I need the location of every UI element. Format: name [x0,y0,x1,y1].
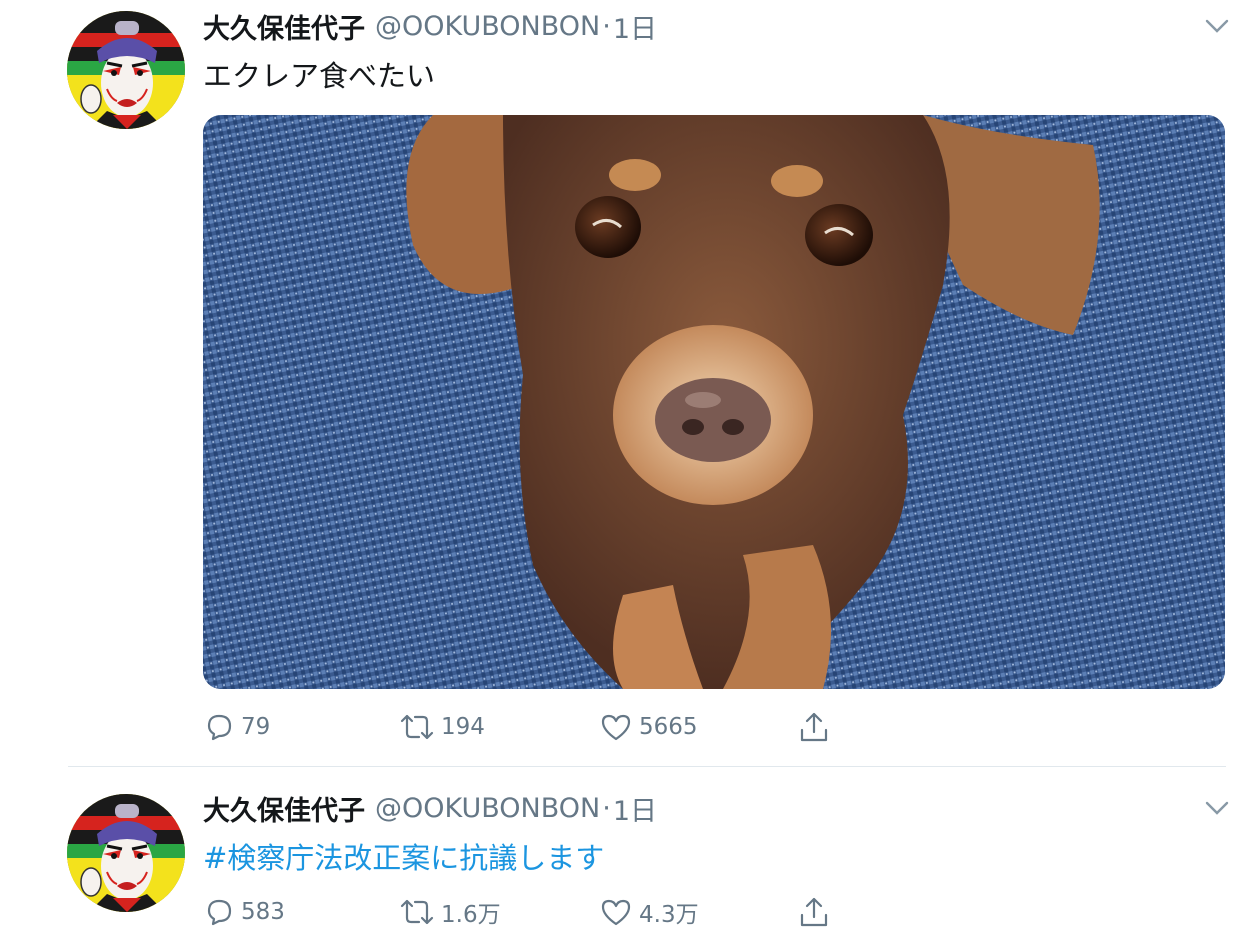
share-button[interactable] [797,892,831,932]
avatar[interactable] [67,794,185,912]
display-name[interactable]: 大久保佳代子 [203,7,365,46]
tweet-image[interactable] [203,115,1225,689]
reply-button[interactable]: 79 [203,707,270,747]
tweet-text: エクレア食べたい [203,59,436,93]
avatar[interactable] [67,11,185,129]
separator: · [602,10,611,42]
like-button[interactable]: 5665 [599,707,698,747]
tweet-header: 大久保佳代子 @OOKUBONBON · 1日 [203,6,657,46]
like-count: 5665 [639,714,698,740]
tweet-actions: 79 194 5665 [203,707,843,747]
timestamp[interactable]: 1日 [613,789,657,828]
retweet-count: 1.6万 [441,902,501,928]
tweet-header: 大久保佳代子 @OOKUBONBON · 1日 [203,788,657,828]
like-icon [601,899,631,926]
retweet-count: 194 [441,714,485,740]
retweet-icon [400,714,434,740]
timestamp[interactable]: 1日 [613,7,657,46]
reply-icon [207,899,232,926]
share-icon [800,712,828,742]
reply-count: 79 [241,714,271,740]
hashtag-link[interactable]: #検察庁法改正案に抗議します [203,835,604,877]
user-handle[interactable]: @OOKUBONBON [375,11,600,42]
chevron-down-icon[interactable] [1203,798,1231,818]
separator: · [602,792,611,824]
tweet-2[interactable]: 大久保佳代子 @OOKUBONBON · 1日 #検察庁法改正案に抗議します 5… [0,767,1249,941]
share-icon [800,897,828,927]
tweet-1[interactable]: 大久保佳代子 @OOKUBONBON · 1日 エクレア食べたい 79 194 … [0,0,1249,766]
like-icon [601,714,631,741]
retweet-button[interactable]: 1.6万 [399,892,501,932]
reply-icon [207,714,232,741]
tweet-actions: 583 1.6万 4.3万 [203,892,843,932]
retweet-icon [400,899,434,925]
chevron-down-icon[interactable] [1203,16,1231,36]
reply-count: 583 [241,899,285,925]
like-button[interactable]: 4.3万 [599,892,699,932]
retweet-button[interactable]: 194 [399,707,485,747]
like-count: 4.3万 [639,902,699,928]
share-button[interactable] [797,707,831,747]
user-handle[interactable]: @OOKUBONBON [375,793,600,824]
reply-button[interactable]: 583 [203,892,285,932]
display-name[interactable]: 大久保佳代子 [203,789,365,828]
dog-photo [203,115,1225,689]
